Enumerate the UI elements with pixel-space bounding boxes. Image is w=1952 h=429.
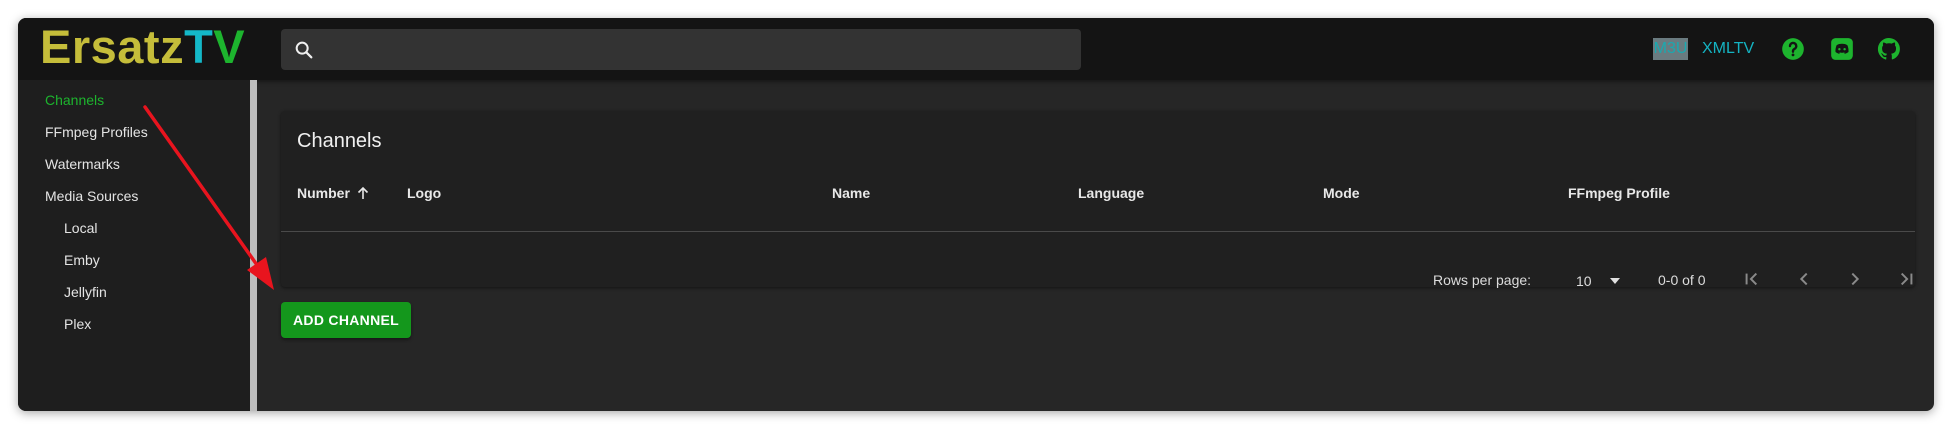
column-header-number[interactable]: Number [297, 183, 369, 203]
card-title: Channels [297, 130, 382, 152]
xmltv-link[interactable]: XMLTV [1702, 37, 1754, 61]
column-header-ffmpeg-profile[interactable]: FFmpeg Profile [1568, 183, 1670, 203]
next-page-icon[interactable] [1842, 266, 1868, 292]
column-header-logo[interactable]: Logo [407, 183, 441, 203]
column-header-language[interactable]: Language [1078, 183, 1144, 203]
rows-per-page-value: 10 [1576, 273, 1592, 289]
sidebar-group-media-sources[interactable]: Media Sources [45, 186, 138, 206]
column-number-label: Number [297, 185, 350, 201]
column-header-mode[interactable]: Mode [1323, 183, 1360, 203]
channels-table-card: Channels Number Logo Name Language Mode … [281, 111, 1915, 289]
search-input[interactable] [325, 29, 1065, 70]
logo-v-text: V [213, 20, 246, 73]
rows-per-page-label: Rows per page: [1433, 272, 1532, 288]
logo-ersatz-text: Ersatz [40, 20, 185, 73]
app-bar: ErsatzTV M3U XMLTV [18, 18, 1934, 80]
pagination-range: 0-0 of 0 [1658, 272, 1706, 288]
sidebar-item-emby[interactable]: Emby [64, 250, 100, 270]
first-page-icon[interactable] [1739, 266, 1765, 292]
app-logo[interactable]: ErsatzTV [40, 21, 245, 73]
sidebar-item-channels[interactable]: Channels [45, 90, 104, 110]
previous-page-icon[interactable] [1791, 266, 1817, 292]
sidebar-item-plex[interactable]: Plex [64, 314, 91, 334]
search-box[interactable] [281, 29, 1081, 70]
discord-icon[interactable] [1829, 36, 1855, 62]
sort-ascending-icon [357, 186, 369, 199]
sidebar: Channels FFmpeg Profiles Watermarks Medi… [18, 80, 250, 411]
help-icon[interactable] [1780, 36, 1806, 62]
m3u-link[interactable]: M3U [1653, 38, 1688, 60]
sidebar-item-ffmpeg-profiles[interactable]: FFmpeg Profiles [45, 122, 148, 142]
dropdown-arrow-icon [1610, 278, 1620, 284]
rows-per-page-select[interactable]: 10 [1576, 271, 1620, 291]
app-window: ErsatzTV M3U XMLTV Channels FFmpeg Profi… [18, 18, 1934, 411]
sidebar-item-watermarks[interactable]: Watermarks [45, 154, 120, 174]
last-page-icon[interactable] [1893, 266, 1919, 292]
sidebar-scrollbar[interactable] [250, 80, 257, 411]
logo-t-text: T [184, 20, 214, 73]
sidebar-item-jellyfin[interactable]: Jellyfin [64, 282, 107, 302]
search-icon [295, 41, 313, 59]
table-divider [281, 231, 1915, 232]
column-header-name[interactable]: Name [832, 183, 870, 203]
sidebar-item-local[interactable]: Local [64, 218, 97, 238]
add-channel-button[interactable]: ADD CHANNEL [281, 302, 411, 338]
github-icon[interactable] [1876, 36, 1902, 62]
